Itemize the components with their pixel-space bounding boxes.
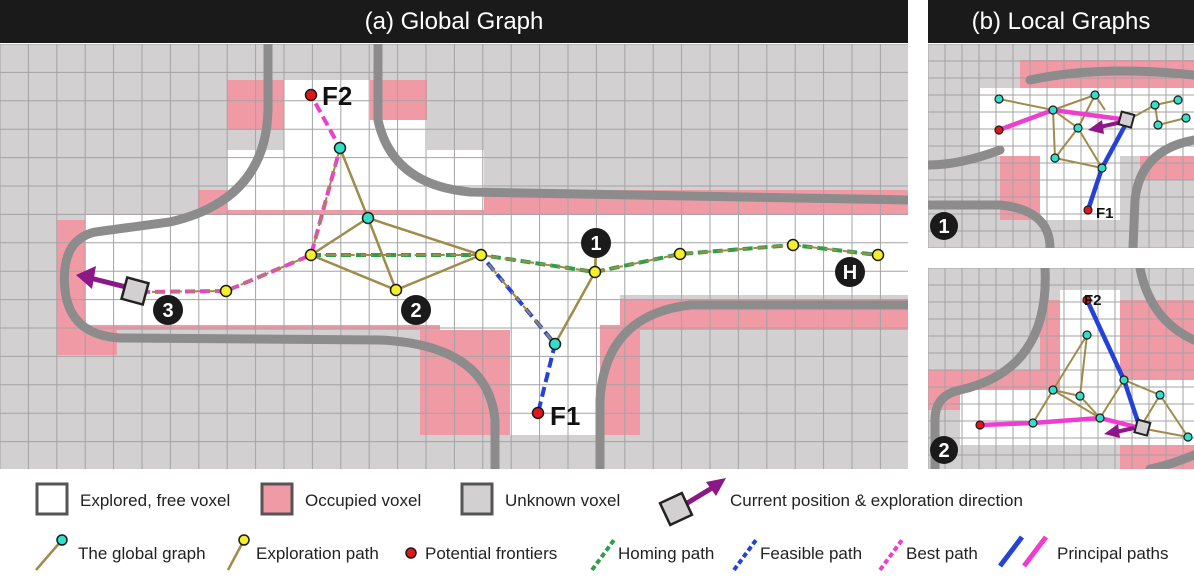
path-node [474, 248, 488, 262]
local-graph-1 [928, 44, 1194, 248]
frontier-icon [405, 547, 417, 559]
legend-global-graph: The global graph [35, 534, 206, 571]
occupied-voxel-swatch [260, 482, 294, 516]
legend-unknown: Unknown voxel [460, 482, 620, 516]
local-graphs-panel: (b) Local Graphs F1 1 F2 2 [928, 0, 1194, 469]
svg-text:1: 1 [590, 233, 601, 255]
legend-homing: Homing path [590, 538, 714, 572]
legend-explored: Explored, free voxel [35, 482, 230, 516]
svg-text:Principal paths: Principal paths [1057, 544, 1169, 563]
graph-node [548, 337, 562, 351]
svg-text:2: 2 [410, 300, 421, 322]
square-with-arrow-icon [658, 478, 726, 527]
legend-feasible: Feasible path [732, 538, 862, 572]
home-badge: H [835, 257, 865, 287]
svg-text:Unknown voxel: Unknown voxel [505, 491, 620, 510]
legend-frontiers: Potential frontiers [405, 544, 557, 563]
legend-exploration-path: Exploration path [226, 534, 379, 571]
global-graph-panel: (a) Global Graph F2 F1 H 1 2 3 [0, 0, 908, 469]
graph-node-icon [56, 534, 68, 546]
frontier-label-f1: F1 [550, 401, 580, 431]
path-node [588, 265, 602, 279]
path-node [786, 238, 800, 252]
svg-text:Best path: Best path [906, 544, 978, 563]
inset1-badge: 1 [930, 212, 958, 240]
free-voxel-swatch [35, 482, 69, 516]
local-graph-2 [928, 268, 1194, 469]
path-node [304, 248, 318, 262]
svg-text:Occupied voxel: Occupied voxel [305, 491, 421, 510]
global-title: (a) Global Graph [365, 8, 544, 35]
svg-text:Potential frontiers: Potential frontiers [425, 544, 557, 563]
legend-best: Best path [878, 538, 978, 572]
inset2-frontier-label: F2 [1084, 292, 1102, 309]
exploration-figure: (a) Global Graph F2 F1 H 1 2 3 (b) Local… [0, 0, 1194, 572]
node-badge-2: 2 [401, 295, 431, 325]
graph-node [361, 211, 375, 225]
node-badge-1: 1 [581, 228, 611, 258]
unknown-voxel-swatch [460, 482, 494, 516]
legend-current-position: Current position & exploration direction [658, 478, 1023, 527]
svg-text:Current position & exploration: Current position & exploration direction [730, 491, 1023, 510]
inset2-badge: 2 [930, 436, 958, 464]
frontier-label-f2: F2 [322, 81, 352, 111]
path-node [871, 248, 885, 262]
inset1-frontier-label: F1 [1096, 205, 1114, 222]
path-node [673, 247, 687, 261]
svg-text:2: 2 [938, 440, 949, 462]
frontier-node [531, 406, 545, 420]
legend-principal: Principal paths [998, 535, 1169, 568]
svg-text:H: H [843, 262, 857, 284]
node-badge-3: 3 [153, 295, 183, 325]
path-node-icon [238, 534, 250, 546]
svg-text:The global graph: The global graph [78, 544, 206, 563]
legend-occupied: Occupied voxel [260, 482, 421, 516]
path-node [389, 283, 403, 297]
legend: Explored, free voxel Occupied voxel Unkn… [35, 478, 1169, 572]
svg-text:Exploration path: Exploration path [256, 544, 379, 563]
svg-text:Homing path: Homing path [618, 544, 714, 563]
path-node [219, 284, 233, 298]
frontier-node [304, 88, 318, 102]
svg-text:3: 3 [162, 300, 173, 322]
svg-text:1: 1 [938, 216, 949, 238]
svg-text:Feasible path: Feasible path [760, 544, 862, 563]
svg-text:Explored, free voxel: Explored, free voxel [80, 491, 230, 510]
graph-node [333, 141, 347, 155]
local-title: (b) Local Graphs [972, 8, 1151, 35]
